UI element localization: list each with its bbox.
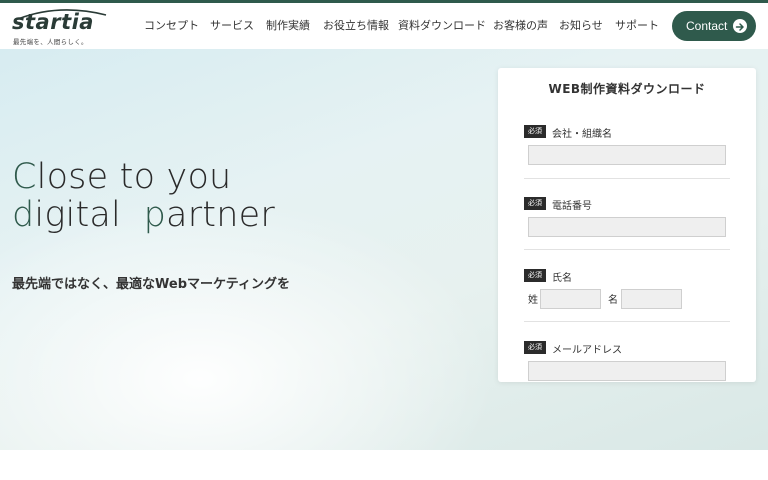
nav-item-support[interactable]: サポート [615, 19, 659, 33]
arrow-right-icon [733, 19, 747, 33]
nav-item-concept[interactable]: コンセプト [144, 19, 199, 33]
hero-title-line1: Close to you [12, 157, 232, 197]
required-badge: 必須 [524, 341, 546, 354]
required-badge: 必須 [524, 269, 546, 282]
company-input[interactable] [528, 145, 726, 165]
first-name-label: 名 [608, 295, 618, 306]
email-input[interactable] [528, 361, 726, 381]
site-header: startia 最先端を、人間らしく。 コンセプト サービス 制作実績 お役立ち… [0, 3, 768, 49]
field-divider [524, 321, 730, 322]
nav-item-service[interactable]: サービス [210, 19, 254, 33]
last-name-label: 姓 [528, 295, 538, 306]
nav-item-useful-info[interactable]: お役立ち情報 [323, 19, 389, 33]
email-label: メールアドレス [552, 345, 622, 356]
company-field-group: 必須 会社・組織名 [524, 125, 730, 165]
phone-field-group: 必須 電話番号 [524, 197, 730, 237]
name-field-group: 必須 氏名 姓 名 [524, 269, 730, 311]
first-name-input[interactable] [621, 289, 682, 309]
field-divider [524, 178, 730, 179]
required-badge: 必須 [524, 125, 546, 138]
nav-item-downloads[interactable]: 資料ダウンロード [398, 19, 486, 33]
phone-label: 電話番号 [552, 201, 592, 212]
hero-subtitle: 最先端ではなく、最適なWebマーケティングを [12, 277, 290, 292]
contact-button-label: Contact [686, 19, 728, 33]
contact-button[interactable]: Contact [672, 11, 756, 41]
hero-title-line2: digital partner [12, 195, 275, 235]
form-title: WEB制作資料ダウンロード [548, 82, 706, 96]
name-label: 氏名 [552, 273, 572, 284]
required-badge: 必須 [524, 197, 546, 210]
download-form-card: WEB制作資料ダウンロード 必須 会社・組織名 必須 電話番号 必須 氏名 姓 … [498, 68, 756, 382]
nav-item-testimonials[interactable]: お客様の声 [493, 19, 548, 33]
nav-item-works[interactable]: 制作実績 [266, 19, 310, 33]
phone-input[interactable] [528, 217, 726, 237]
last-name-input[interactable] [540, 289, 601, 309]
hero-title: Close to you digital partner [12, 158, 275, 234]
nav-item-news[interactable]: お知らせ [559, 19, 603, 33]
email-field-group: 必須 メールアドレス [524, 341, 730, 381]
main-nav: コンセプト サービス 制作実績 お役立ち情報 資料ダウンロード お客様の声 お知… [0, 3, 768, 49]
page-bottom-area [0, 450, 768, 480]
field-divider [524, 249, 730, 250]
company-label: 会社・組織名 [552, 129, 612, 140]
